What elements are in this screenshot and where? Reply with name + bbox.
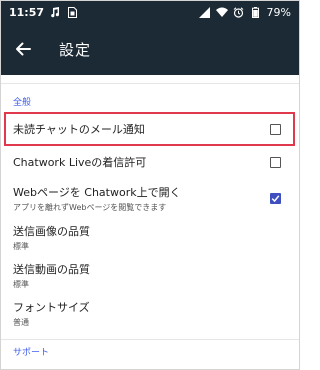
setting-texts: 送信画像の品質 標準 xyxy=(13,223,287,252)
setting-title: 送信動画の品質 xyxy=(13,262,90,276)
setting-texts: Chatwork Liveの着信許可 xyxy=(13,154,270,170)
setting-font-size[interactable]: フォントサイズ 普通 xyxy=(1,294,299,332)
setting-title: Webページを Chatwork上で開く xyxy=(13,185,181,199)
signal-icon xyxy=(199,6,211,18)
status-left: 11:57 xyxy=(9,6,78,19)
status-right: 79% xyxy=(199,6,291,19)
arrow-left-icon xyxy=(16,42,31,56)
back-button[interactable] xyxy=(11,37,35,61)
checkbox-unread-chat-email[interactable] xyxy=(270,123,281,135)
app-bar: 設定 xyxy=(1,23,299,75)
section-header-support: サポート xyxy=(13,348,50,358)
setting-sent-video-quality[interactable]: 送信動画の品質 標準 xyxy=(1,256,299,294)
setting-title: フォントサイズ xyxy=(13,300,90,314)
music-note-icon xyxy=(49,6,61,18)
setting-texts: 未読チャットのメール通知 xyxy=(13,121,270,137)
battery-icon xyxy=(250,6,262,18)
status-bar: 11:57 79% xyxy=(1,1,299,23)
check-icon xyxy=(271,194,280,202)
setting-open-webpage-in-chatwork[interactable]: Webページを Chatwork上で開く アプリを離れずWebページを閲覧できま… xyxy=(1,178,299,218)
wifi-icon xyxy=(215,6,228,18)
sim-card-icon xyxy=(66,6,78,18)
setting-unread-chat-email-notification[interactable]: 未読チャットのメール通知 xyxy=(1,112,299,146)
screen-frame: 11:57 79% 設定 全般 未読チャットのメール通知 Chatwork Li… xyxy=(0,0,300,370)
setting-title: Chatwork Liveの着信許可 xyxy=(13,156,147,169)
setting-subtitle: アプリを離れずWebページを閲覧できます xyxy=(13,202,167,212)
setting-chatwork-live-incoming[interactable]: Chatwork Liveの着信許可 xyxy=(1,146,299,178)
status-time: 11:57 xyxy=(9,5,45,19)
battery-percent: 79% xyxy=(266,5,291,19)
checkbox-chatwork-live[interactable] xyxy=(270,156,281,168)
setting-value: 標準 xyxy=(13,241,29,251)
setting-title: 未読チャットのメール通知 xyxy=(13,123,145,136)
page-title: 設定 xyxy=(59,40,92,59)
alarm-icon xyxy=(233,6,245,18)
setting-value: 普通 xyxy=(13,317,29,327)
setting-sent-image-quality[interactable]: 送信画像の品質 標準 xyxy=(1,218,299,256)
setting-value: 標準 xyxy=(13,279,29,289)
setting-title: 送信画像の品質 xyxy=(13,224,90,238)
setting-texts: フォントサイズ 普通 xyxy=(13,299,287,328)
checkbox-open-webpage[interactable] xyxy=(270,192,281,204)
settings-list: 全般 未読チャットのメール通知 Chatwork Liveの着信許可 Webペー… xyxy=(1,83,299,358)
section-header-general: 全般 xyxy=(13,98,32,108)
divider xyxy=(1,83,299,84)
setting-texts: 送信動画の品質 標準 xyxy=(13,261,287,290)
setting-texts: Webページを Chatwork上で開く アプリを離れずWebページを閲覧できま… xyxy=(13,184,270,213)
